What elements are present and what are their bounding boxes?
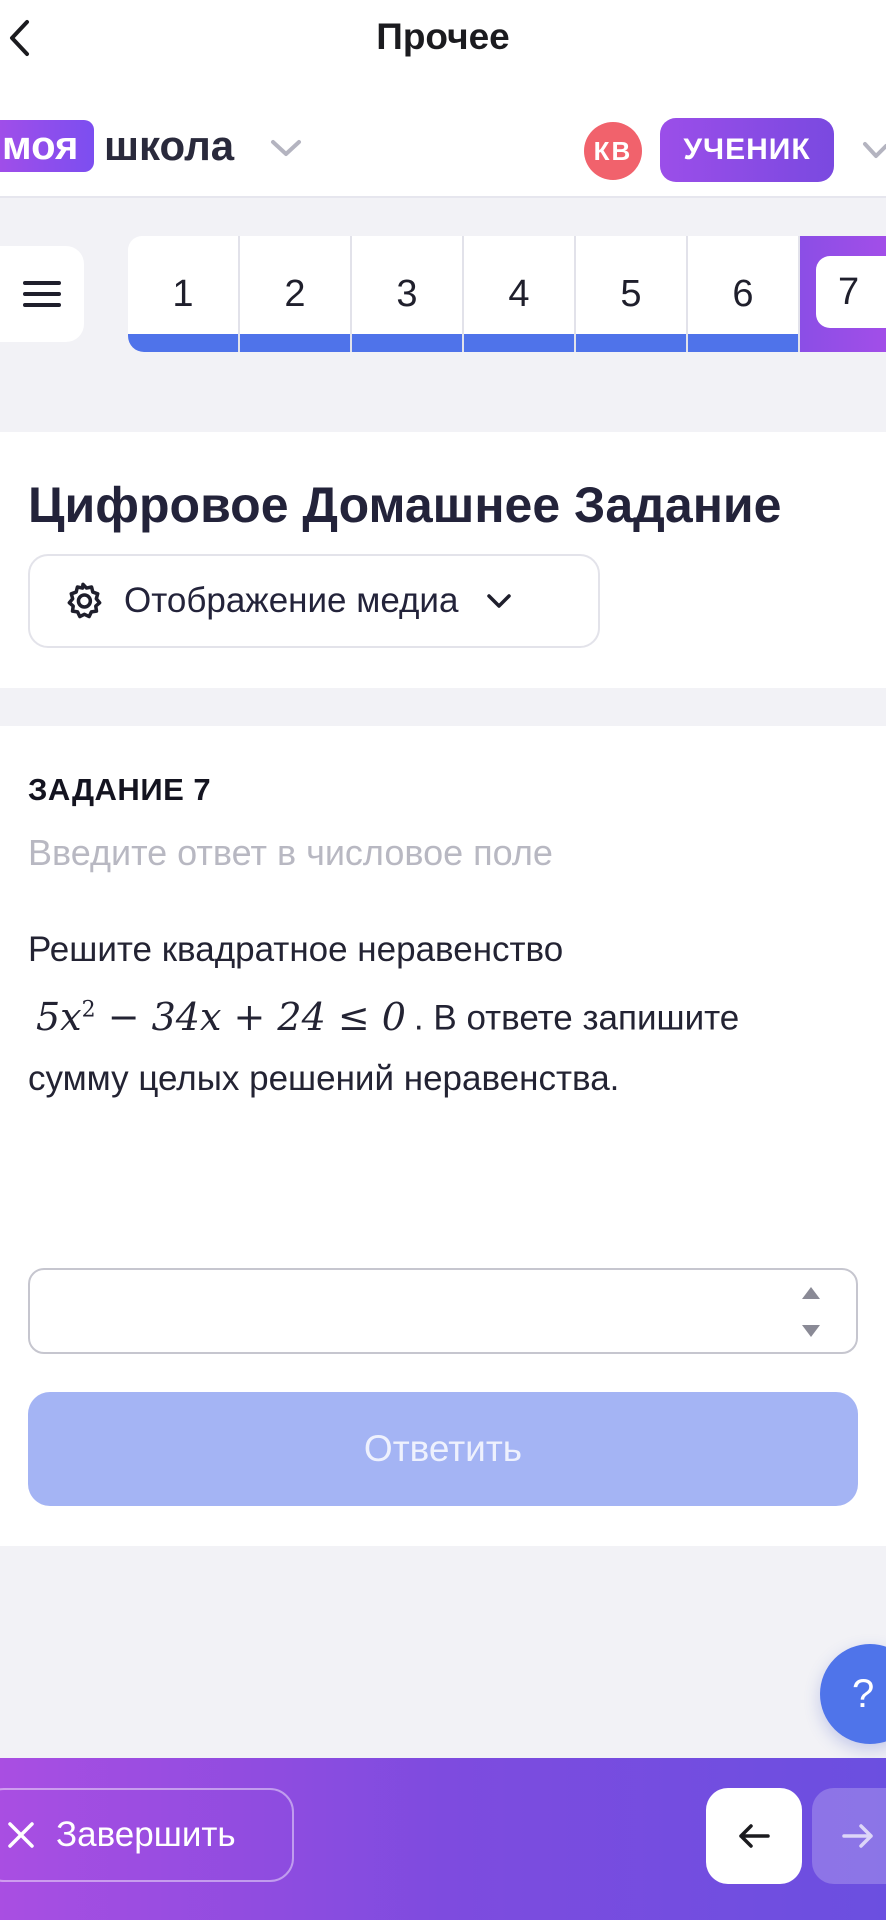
number-stepper[interactable]	[800, 1286, 822, 1338]
chevron-down-icon	[487, 594, 512, 608]
task-card: ЗАДАНИЕ 7 Введите ответ в числовое поле …	[0, 726, 886, 1546]
role-badge[interactable]: УЧЕНИК	[660, 118, 834, 182]
tab-progress-bar	[128, 334, 238, 352]
tab-progress-bar	[688, 334, 798, 352]
role-chevron-down-icon[interactable]	[862, 140, 886, 160]
task-tab[interactable]: 3	[352, 236, 464, 352]
task-number: ЗАДАНИЕ 7	[28, 772, 212, 807]
task-tab-label: 4	[508, 272, 530, 315]
finish-button[interactable]: Завершить	[0, 1788, 294, 1882]
bottom-bar: Завершить	[0, 1758, 886, 1920]
task-text-before: Решите квадратное неравенство	[28, 930, 564, 969]
task-tabs: 1 2 3 4 5 6 7	[128, 236, 886, 352]
media-display-dropdown[interactable]: Отображение медиа	[28, 554, 600, 648]
tab-progress-bar	[464, 334, 574, 352]
logo-shkola[interactable]: школа	[104, 120, 234, 172]
answer-input[interactable]	[30, 1270, 790, 1352]
menu-button[interactable]	[0, 246, 84, 342]
task-tab-label: 1	[172, 272, 194, 315]
math-formula: 5x2 − 34x + 24 ≤ 0	[28, 995, 414, 1039]
task-tab-label: 2	[284, 272, 306, 315]
arrow-left-icon	[739, 1824, 770, 1848]
formula-exponent: 2	[81, 997, 96, 1022]
help-button[interactable]: ?	[820, 1644, 886, 1744]
avatar[interactable]: КВ	[584, 122, 642, 180]
answer-number-field[interactable]	[28, 1268, 858, 1354]
tab-progress-bar	[576, 334, 686, 352]
prev-task-button[interactable]	[706, 1788, 802, 1884]
nav-title: Прочее	[376, 16, 510, 57]
task-tab[interactable]: 4	[464, 236, 576, 352]
close-icon	[8, 1822, 34, 1848]
task-tab[interactable]: 1	[128, 236, 240, 352]
navbar: Прочее	[0, 0, 886, 82]
page-title: Цифровое Домашнее Задание	[28, 477, 782, 533]
task-text: Решите квадратное неравенство 5x2 − 34x …	[28, 920, 848, 1109]
arrow-right-icon	[842, 1824, 873, 1848]
logo-moya[interactable]: моя	[0, 120, 95, 172]
task-tab[interactable]: 2	[240, 236, 352, 352]
next-task-button[interactable]	[812, 1788, 886, 1884]
tab-progress-bar	[352, 334, 462, 352]
title-card: Цифровое Домашнее Задание Отображение ме…	[0, 432, 886, 688]
media-display-label: Отображение медиа	[124, 581, 459, 620]
task-tab[interactable]: 5	[576, 236, 688, 352]
task-hint: Введите ответ в числовое поле	[28, 832, 553, 873]
stepper-up-icon[interactable]	[801, 1286, 821, 1300]
stepper-down-icon[interactable]	[801, 1324, 821, 1338]
hamburger-icon	[23, 281, 61, 307]
task-tab-label: 5	[620, 272, 642, 315]
task-tab-active[interactable]: 7	[800, 236, 886, 352]
submit-answer-button[interactable]: Ответить	[28, 1392, 858, 1506]
task-tab[interactable]: 6	[688, 236, 800, 352]
gear-icon	[67, 582, 102, 619]
tab-progress-bar	[240, 334, 350, 352]
task-tab-label: 3	[396, 272, 418, 315]
task-tab-label: 6	[732, 272, 754, 315]
formula-part-a: 5x	[36, 994, 82, 1039]
chevron-down-icon[interactable]	[270, 138, 302, 158]
app-header: моя школа КВ УЧЕНИК	[0, 82, 886, 198]
task-tab-active-label: 7	[816, 256, 886, 328]
formula-part-b: − 34x + 24 ≤ 0	[95, 994, 406, 1039]
finish-label: Завершить	[56, 1815, 236, 1854]
